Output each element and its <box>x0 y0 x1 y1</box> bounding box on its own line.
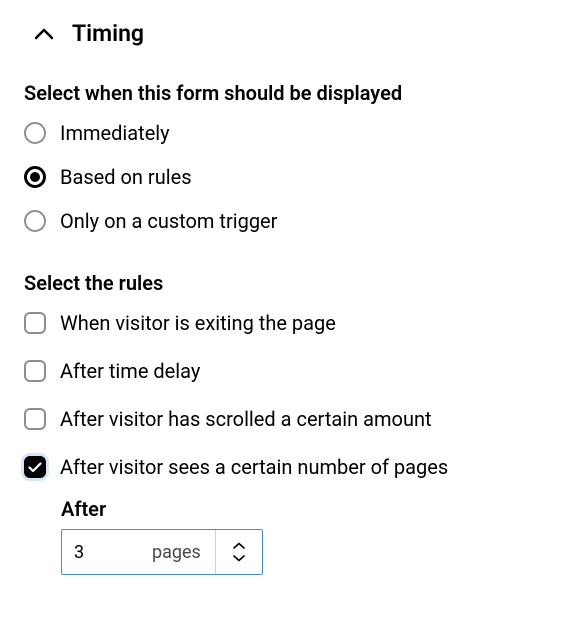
radio-immediately[interactable]: Immediately <box>24 121 538 145</box>
checkbox-icon <box>24 360 46 382</box>
radio-label: Based on rules <box>60 165 192 189</box>
radio-dot <box>30 172 40 182</box>
radio-label: Only on a custom trigger <box>60 209 277 233</box>
checkbox-label: After visitor has scrolled a certain amo… <box>60 407 432 431</box>
checkbox-label: After time delay <box>60 359 200 383</box>
page-count-stepper: pages <box>61 529 263 575</box>
stepper-buttons[interactable] <box>216 530 262 574</box>
section-title: Timing <box>72 20 144 47</box>
checkbox-icon <box>24 312 46 334</box>
rules-subsection-title: Select the rules <box>24 271 538 295</box>
radio-icon <box>24 210 46 232</box>
page-count-field: After pages <box>24 497 538 575</box>
chevron-up-icon <box>34 28 54 40</box>
radio-icon <box>24 166 46 188</box>
chevron-up-icon <box>232 542 246 550</box>
radio-icon <box>24 122 46 144</box>
checkbox-label: After visitor sees a certain number of p… <box>60 455 448 479</box>
rules-checkbox-group: When visitor is exiting the page After t… <box>24 311 538 575</box>
display-subsection-title: Select when this form should be displaye… <box>24 81 538 105</box>
checkmark-icon <box>28 462 42 473</box>
checkbox-scrolled[interactable]: After visitor has scrolled a certain amo… <box>24 407 538 431</box>
page-count-input[interactable] <box>62 530 152 574</box>
chevron-down-icon <box>232 554 246 562</box>
section-header[interactable]: Timing <box>24 20 538 47</box>
checkbox-exiting[interactable]: When visitor is exiting the page <box>24 311 538 335</box>
display-radio-group: Immediately Based on rules Only on a cus… <box>24 121 538 233</box>
page-count-field-label: After <box>61 497 538 521</box>
checkbox-icon <box>24 456 46 478</box>
radio-custom-trigger[interactable]: Only on a custom trigger <box>24 209 538 233</box>
checkbox-label: When visitor is exiting the page <box>60 311 336 335</box>
radio-label: Immediately <box>60 121 170 145</box>
checkbox-icon <box>24 408 46 430</box>
checkbox-time-delay[interactable]: After time delay <box>24 359 538 383</box>
page-count-unit: pages <box>152 530 216 574</box>
checkbox-page-count[interactable]: After visitor sees a certain number of p… <box>24 455 538 479</box>
radio-based-on-rules[interactable]: Based on rules <box>24 165 538 189</box>
